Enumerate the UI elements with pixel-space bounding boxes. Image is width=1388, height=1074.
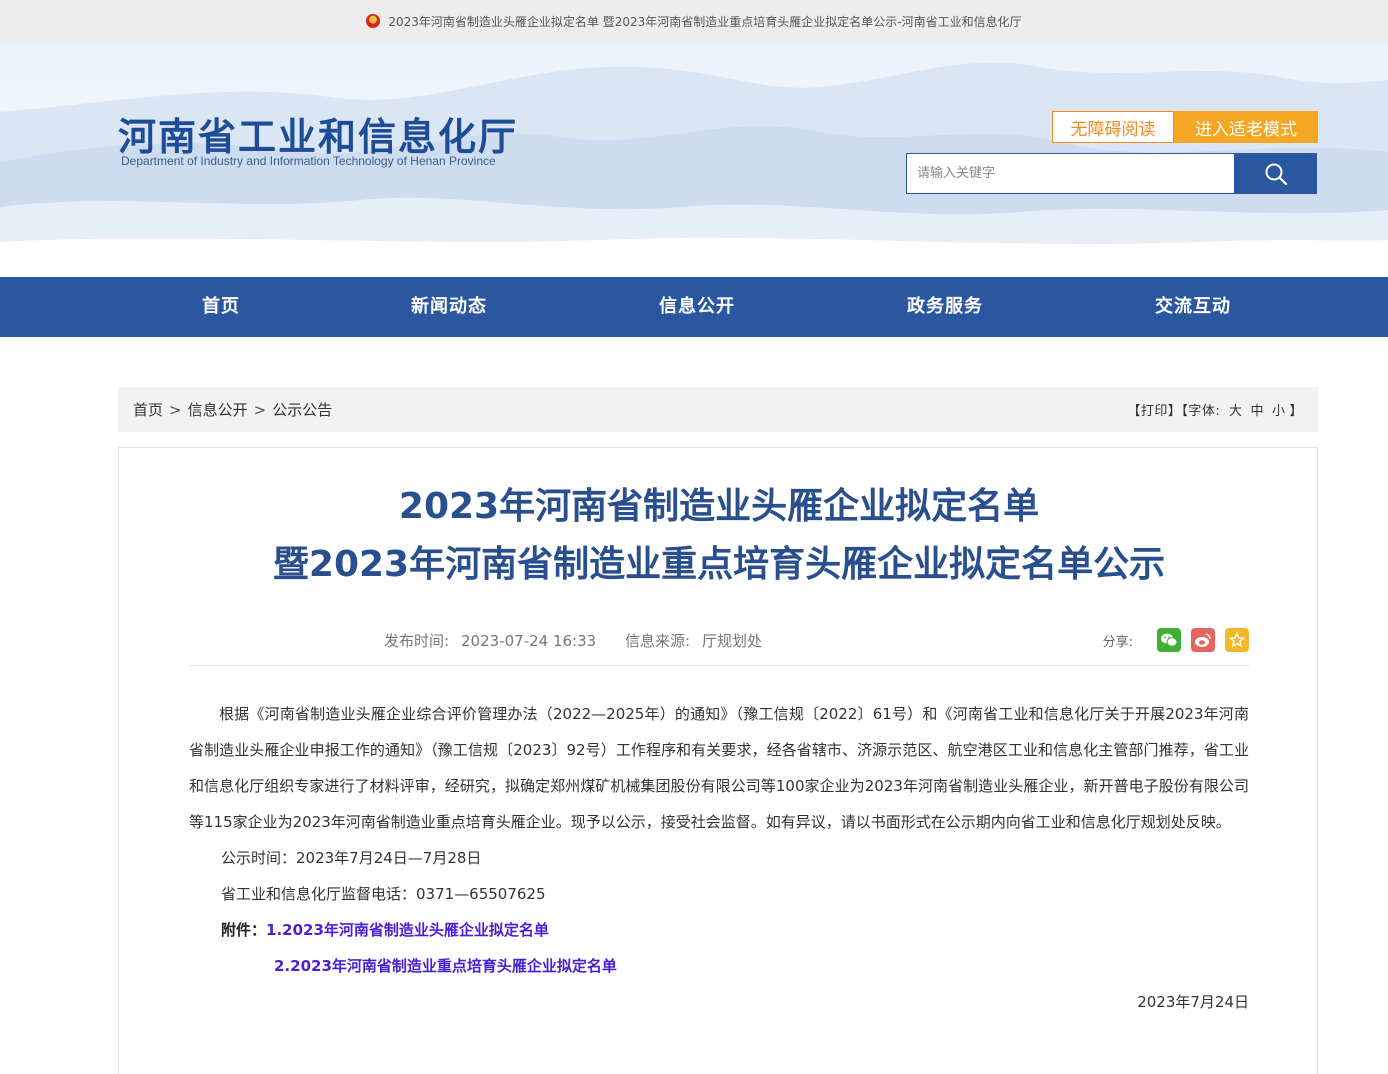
attachment-link-1[interactable]: 1.2023年河南省制造业头雁企业拟定名单 <box>266 921 549 939</box>
share-label: 分享: <box>1102 634 1133 650</box>
article-date: 2023年7月24日 <box>1137 993 1249 1011</box>
weibo-share-icon[interactable] <box>1191 628 1215 652</box>
source-label: 信息来源: <box>624 632 691 650</box>
header-banner: 河南省工业和信息化厅 Department of Industry and In… <box>0 42 1388 277</box>
breadcrumb-bar: 首页 > 信息公开 > 公示公告 【打印】【字体: 大中小】 <box>118 387 1318 432</box>
font-size-label: 【字体: <box>1181 404 1221 419</box>
font-size-close: 】 <box>1289 404 1303 419</box>
accessibility-reading-button[interactable]: 无障碍阅读 <box>1052 111 1174 143</box>
share-bar: 分享: <box>1103 628 1249 652</box>
article-title-line-2: 暨2023年河南省制造业重点培育头雁企业拟定名单公示 <box>272 544 1166 585</box>
article-paragraph: 根据《河南省制造业头雁企业综合评价管理办法（2022—2025年）的通知》（豫工… <box>189 705 1249 831</box>
top-bar: 2023年河南省制造业头雁企业拟定名单 暨2023年河南省制造业重点培育头雁企业… <box>0 0 1388 42</box>
print-link[interactable]: 【打印】 <box>1127 404 1181 419</box>
site-subtitle: Department of Industry and Information T… <box>121 154 496 168</box>
nav-item-gov-services[interactable]: 政务服务 <box>865 277 1025 337</box>
nav-item-home[interactable]: 首页 <box>141 277 301 337</box>
font-medium-link[interactable]: 中 <box>1250 404 1264 419</box>
supervision-hotline: 省工业和信息化厅监督电话：0371—65507625 <box>221 885 546 903</box>
article-title-line-1: 2023年河南省制造业头雁企业拟定名单 <box>398 486 1040 527</box>
nav-item-interaction[interactable]: 交流互动 <box>1113 277 1273 337</box>
article-meta: 发布时间: 2023-07-24 16:33 信息来源: 厅规划处 分享: <box>189 622 1249 666</box>
elder-mode-button[interactable]: 进入适老模式 <box>1174 111 1318 143</box>
publish-label: 发布时间: <box>383 632 450 650</box>
favorite-star-icon[interactable] <box>1225 628 1249 652</box>
article-title: 2023年河南省制造业头雁企业拟定名单 暨2023年河南省制造业重点培育头雁企业… <box>119 478 1319 594</box>
font-large-link[interactable]: 大 <box>1229 404 1243 419</box>
breadcrumb-home[interactable]: 首页 <box>133 401 163 419</box>
breadcrumb-separator: > <box>253 401 267 419</box>
nav-item-news[interactable]: 新闻动态 <box>369 277 529 337</box>
article-card: 2023年河南省制造业头雁企业拟定名单 暨2023年河南省制造业重点培育头雁企业… <box>118 447 1318 1074</box>
article-body: 根据《河南省制造业头雁企业综合评价管理办法（2022—2025年）的通知》（豫工… <box>189 696 1249 1020</box>
attachment-label: 附件： <box>221 921 267 939</box>
national-emblem-icon <box>366 14 381 28</box>
breadcrumb-info-disclosure[interactable]: 信息公开 <box>188 401 248 419</box>
search-icon <box>1265 163 1287 185</box>
breadcrumb: 首页 > 信息公开 > 公示公告 <box>133 399 332 420</box>
main-nav: 首页 新闻动态 信息公开 政务服务 交流互动 <box>0 277 1388 337</box>
top-bar-title: 2023年河南省制造业头雁企业拟定名单 暨2023年河南省制造业重点培育头雁企业… <box>388 14 1022 29</box>
attachment-link-2[interactable]: 2.2023年河南省制造业重点培育头雁企业拟定名单 <box>274 957 617 975</box>
font-small-link[interactable]: 小 <box>1272 404 1286 419</box>
breadcrumb-notices[interactable]: 公示公告 <box>272 401 332 419</box>
nav-item-info-disclosure[interactable]: 信息公开 <box>617 277 777 337</box>
attachment-row-2: 2.2023年河南省制造业重点培育头雁企业拟定名单 <box>189 948 1249 984</box>
breadcrumb-separator: > <box>169 401 182 419</box>
article-info: 发布时间: 2023-07-24 16:33 信息来源: 厅规划处 <box>189 630 949 651</box>
search-button[interactable] <box>1234 153 1317 194</box>
notice-period: 公示时间：2023年7月24日—7月28日 <box>221 849 482 867</box>
publish-time: 2023-07-24 16:33 <box>461 632 597 650</box>
attachments: 附件：1.2023年河南省制造业头雁企业拟定名单 <box>189 912 1249 948</box>
wechat-share-icon[interactable] <box>1157 628 1181 652</box>
source-value: 厅规划处 <box>702 632 763 650</box>
page-tools: 【打印】【字体: 大中小】 <box>1127 400 1303 419</box>
search-input[interactable] <box>906 153 1234 194</box>
site-title[interactable]: 河南省工业和信息化厅 <box>118 106 518 161</box>
search-box <box>906 153 1317 194</box>
